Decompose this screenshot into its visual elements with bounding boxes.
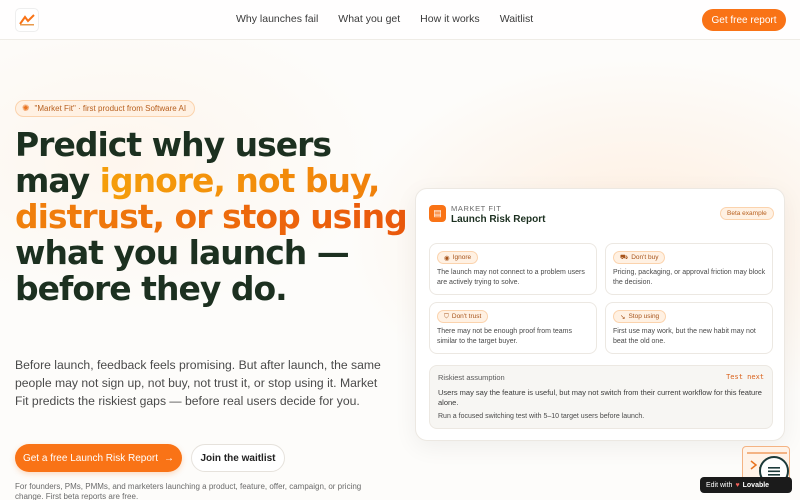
risk-description: First use may work, but the new habit ma… [613, 328, 756, 345]
card-title: Launch Risk Report [451, 214, 546, 225]
nav-link-what-you-get[interactable]: What you get [338, 13, 400, 25]
risk-label: Ignore [452, 254, 472, 261]
edit-with-lovable-badge[interactable]: Edit with ♥ Lovable [700, 477, 792, 493]
risk-pill: ⛟ Don't buy [613, 251, 666, 264]
risk-pill: ↘ Stop using [613, 310, 667, 323]
sparkle-icon: ✺ [22, 103, 30, 113]
risk-pill: ◉ Ignore [437, 251, 479, 264]
join-waitlist-button[interactable]: Join the waitlist [191, 444, 285, 472]
risk-item-stop-using: ↘ Stop using First use may work, but the… [605, 302, 773, 354]
lovable-brand: Lovable [742, 481, 770, 489]
risk-label: Don't trust [451, 313, 482, 320]
risk-description: There may not be enough proof from teams… [437, 328, 573, 345]
test-next-label: Test next [726, 373, 764, 381]
riskiest-assumption-panel: Riskiest assumption Test next Users may … [429, 365, 773, 429]
nav-link-waitlist[interactable]: Waitlist [500, 13, 533, 25]
eye-icon: ◉ [444, 254, 450, 262]
document-icon: ▤ [429, 205, 446, 222]
edit-prefix: Edit with [706, 481, 733, 489]
assumption-text: Users may say the feature is useful, but… [438, 388, 762, 407]
badge-label: "Market Fit" · first product from Softwa… [34, 104, 187, 113]
card-eyebrow: MARKET FIT [451, 204, 502, 213]
nav-link-why-launches-fail[interactable]: Why launches fail [236, 13, 318, 25]
assumption-label: Riskiest assumption [438, 373, 505, 382]
market-fit-logo[interactable] [15, 8, 39, 32]
get-launch-risk-report-button[interactable]: Get a free Launch Risk Report → [15, 444, 182, 472]
nav-links: Why launches fail What you get How it wo… [236, 13, 553, 25]
risk-pill: ⛉ Don't trust [437, 310, 489, 323]
nav-link-how-it-works[interactable]: How it works [420, 13, 480, 25]
page-title: Predict why users may ignore, not buy, d… [15, 127, 415, 307]
heart-icon: ♥ [735, 481, 740, 489]
arrow-right-icon: → [164, 452, 175, 464]
cart-icon: ⛟ [620, 254, 629, 261]
launch-risk-report-card: ▤ MARKET FIT Launch Risk Report Beta exa… [415, 188, 785, 441]
primary-button-label: Get a free Launch Risk Report [22, 452, 159, 464]
risk-item-dont-buy: ⛟ Don't buy Pricing, packaging, or appro… [605, 243, 773, 295]
logo-mark-icon [19, 14, 35, 26]
risk-item-dont-trust: ⛉ Don't trust There may not be enough pr… [429, 302, 597, 354]
product-badge: ✺ "Market Fit" · first product from Soft… [15, 100, 196, 117]
risk-description: Pricing, packaging, or approval friction… [613, 269, 766, 286]
trend-down-icon: ↘ [620, 313, 626, 321]
hero-subtitle: Before launch, feedback feels promising.… [15, 358, 381, 408]
top-nav: Why launches fail What you get How it wo… [0, 0, 800, 40]
hero-footnote: For founders, PMs, PMMs, and marketers l… [15, 482, 362, 500]
shield-icon: ⛉ [444, 312, 449, 320]
assumption-action: Run a focused switching test with 5–10 t… [438, 413, 645, 420]
headline-part-2: what you launch — before they do. [15, 233, 350, 308]
risk-item-ignore: ◉ Ignore The launch may not connect to a… [429, 243, 597, 295]
risk-label: Don't buy [631, 254, 659, 261]
get-free-report-button[interactable]: Get free report [702, 9, 786, 31]
risk-label: Stop using [628, 313, 660, 320]
risk-description: The launch may not connect to a problem … [437, 269, 585, 286]
beta-example-tag: Beta example [720, 207, 774, 220]
